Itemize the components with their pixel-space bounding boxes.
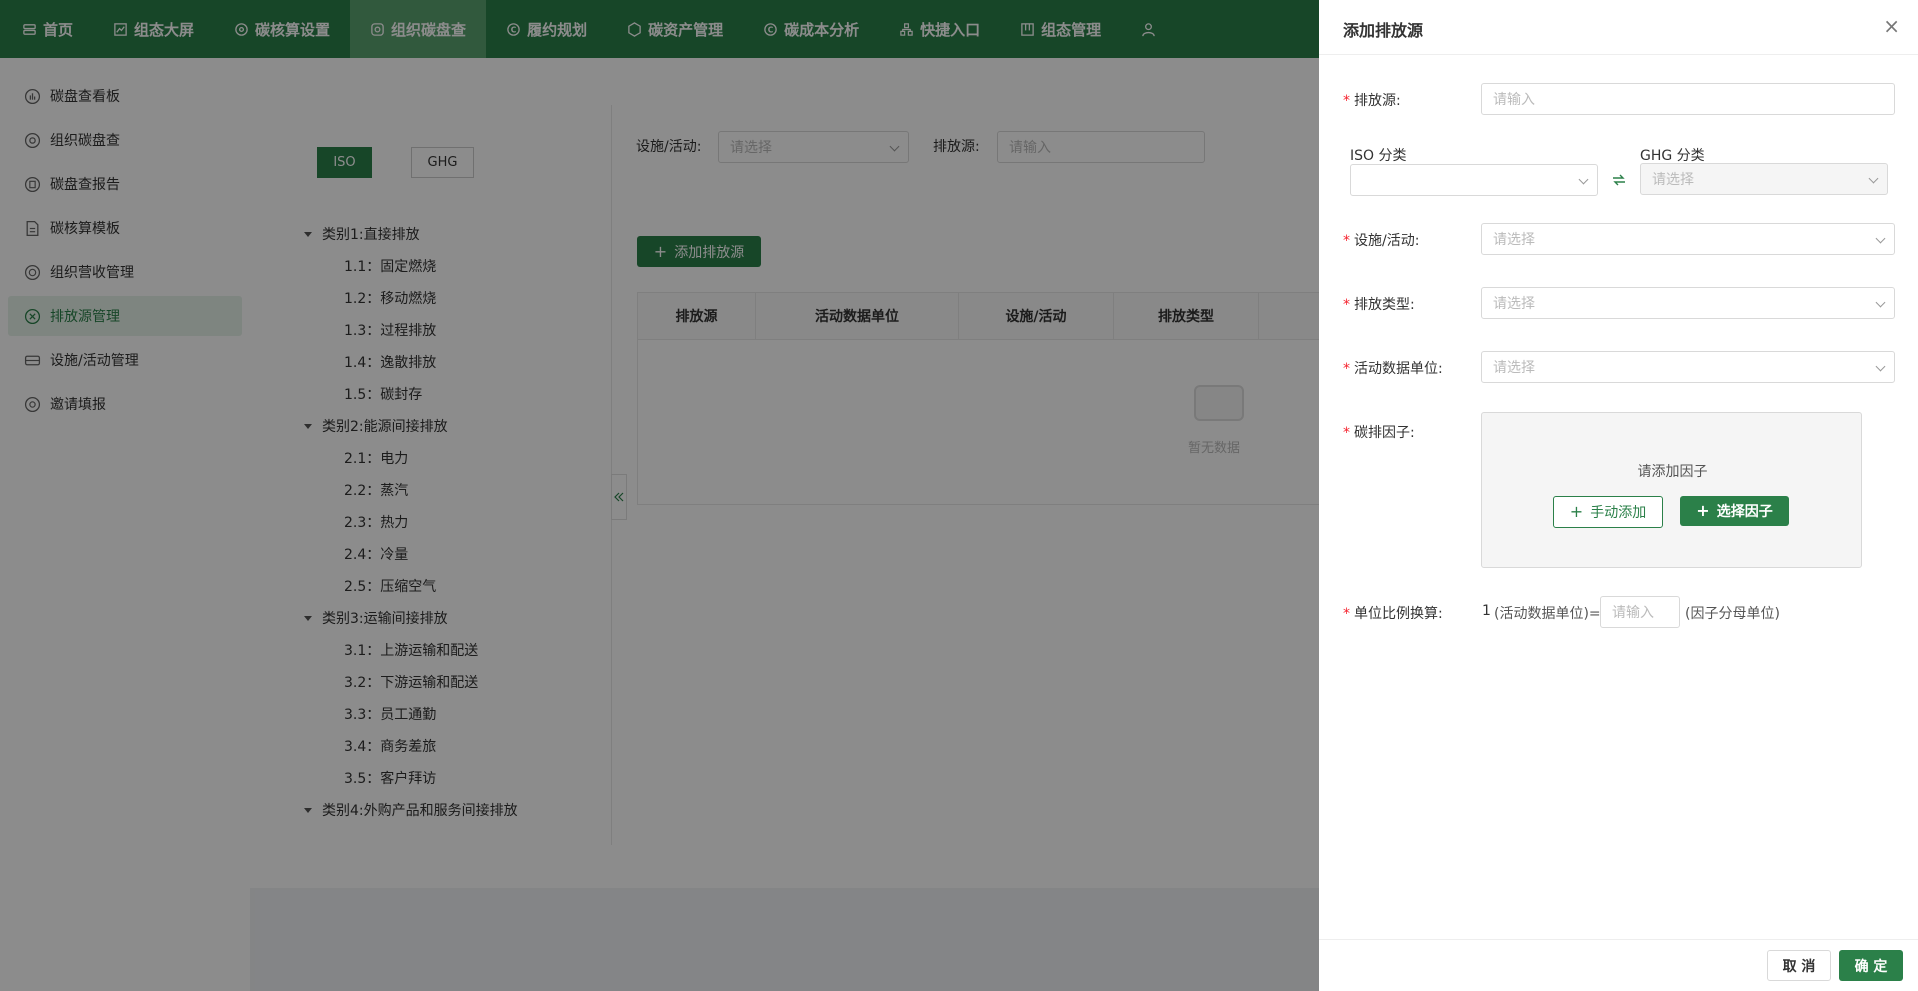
chevron-down-icon — [1868, 173, 1879, 184]
label-text: 设施/活动: — [1354, 233, 1420, 249]
ratio-left-unit: (活动数据单位)= — [1494, 606, 1601, 622]
emission-type-select[interactable]: 请选择 — [1481, 287, 1895, 319]
chevron-down-icon — [1578, 174, 1589, 185]
drawer-header: 添加排放源 × — [1319, 0, 1918, 55]
activity-unit-select[interactable]: 请选择 — [1481, 351, 1895, 383]
select-placeholder: 请选择 — [1493, 232, 1535, 248]
close-icon[interactable]: × — [1883, 16, 1900, 36]
label-text: 活动数据单位: — [1354, 361, 1443, 377]
select-factor-button[interactable]: + 选择因子 — [1680, 496, 1789, 526]
unit-ratio-label: * 单位比例换算: — [1343, 603, 1443, 623]
activity-unit-label: * 活动数据单位: — [1343, 358, 1443, 378]
required-mark: * — [1343, 425, 1350, 441]
required-mark: * — [1343, 233, 1350, 249]
factor-hint: 请添加因子 — [1637, 464, 1708, 480]
input-placeholder: 请输入 — [1612, 605, 1654, 621]
label-text: 单位比例换算: — [1354, 606, 1443, 622]
confirm-button[interactable]: 确 定 — [1839, 950, 1903, 981]
required-mark: * — [1343, 297, 1350, 313]
select-placeholder: 请选择 — [1652, 172, 1694, 188]
label-text: 碳排因子: — [1354, 425, 1415, 441]
label-text: 排放源: — [1354, 93, 1401, 109]
chevron-down-icon — [1875, 361, 1886, 372]
facility-label: * 设施/活动: — [1343, 230, 1419, 250]
button-label: 选择因子 — [1716, 504, 1773, 520]
label-text: 排放类型: — [1354, 297, 1415, 313]
plus-icon: + — [1696, 501, 1710, 520]
manual-add-button[interactable]: + 手动添加 — [1553, 496, 1663, 528]
select-placeholder: 请选择 — [1493, 360, 1535, 376]
ghg-category-select[interactable]: 请选择 — [1640, 163, 1888, 195]
chevron-down-icon — [1875, 297, 1886, 308]
ratio-input[interactable]: 请输入 — [1600, 596, 1680, 628]
button-label: 手动添加 — [1590, 505, 1647, 521]
facility-select[interactable]: 请选择 — [1481, 223, 1895, 255]
iso-category-select[interactable] — [1350, 164, 1598, 196]
iso-category-label: ISO 分类 — [1350, 148, 1407, 164]
required-mark: * — [1343, 93, 1350, 109]
cancel-button[interactable]: 取 消 — [1767, 950, 1831, 981]
ghg-category-label: GHG 分类 — [1640, 148, 1705, 164]
required-mark: * — [1343, 606, 1350, 622]
emission-type-label: * 排放类型: — [1343, 294, 1415, 314]
source-input[interactable]: 请输入 — [1481, 83, 1895, 115]
select-placeholder: 请选择 — [1493, 296, 1535, 312]
drawer-title: 添加排放源 — [1343, 21, 1424, 40]
plus-icon: + — [1569, 502, 1584, 521]
input-placeholder: 请输入 — [1493, 92, 1535, 108]
source-label: * 排放源: — [1343, 90, 1401, 110]
chevron-down-icon — [1875, 233, 1886, 244]
ratio-one: 1 — [1482, 603, 1491, 619]
carbon-factor-area: 请添加因子 + 手动添加 + 选择因子 — [1481, 412, 1862, 568]
required-mark: * — [1343, 361, 1350, 377]
carbon-factor-label: * 碳排因子: — [1343, 422, 1415, 442]
ratio-right-unit: (因子分母单位) — [1685, 606, 1780, 622]
swap-icon[interactable] — [1611, 172, 1627, 188]
